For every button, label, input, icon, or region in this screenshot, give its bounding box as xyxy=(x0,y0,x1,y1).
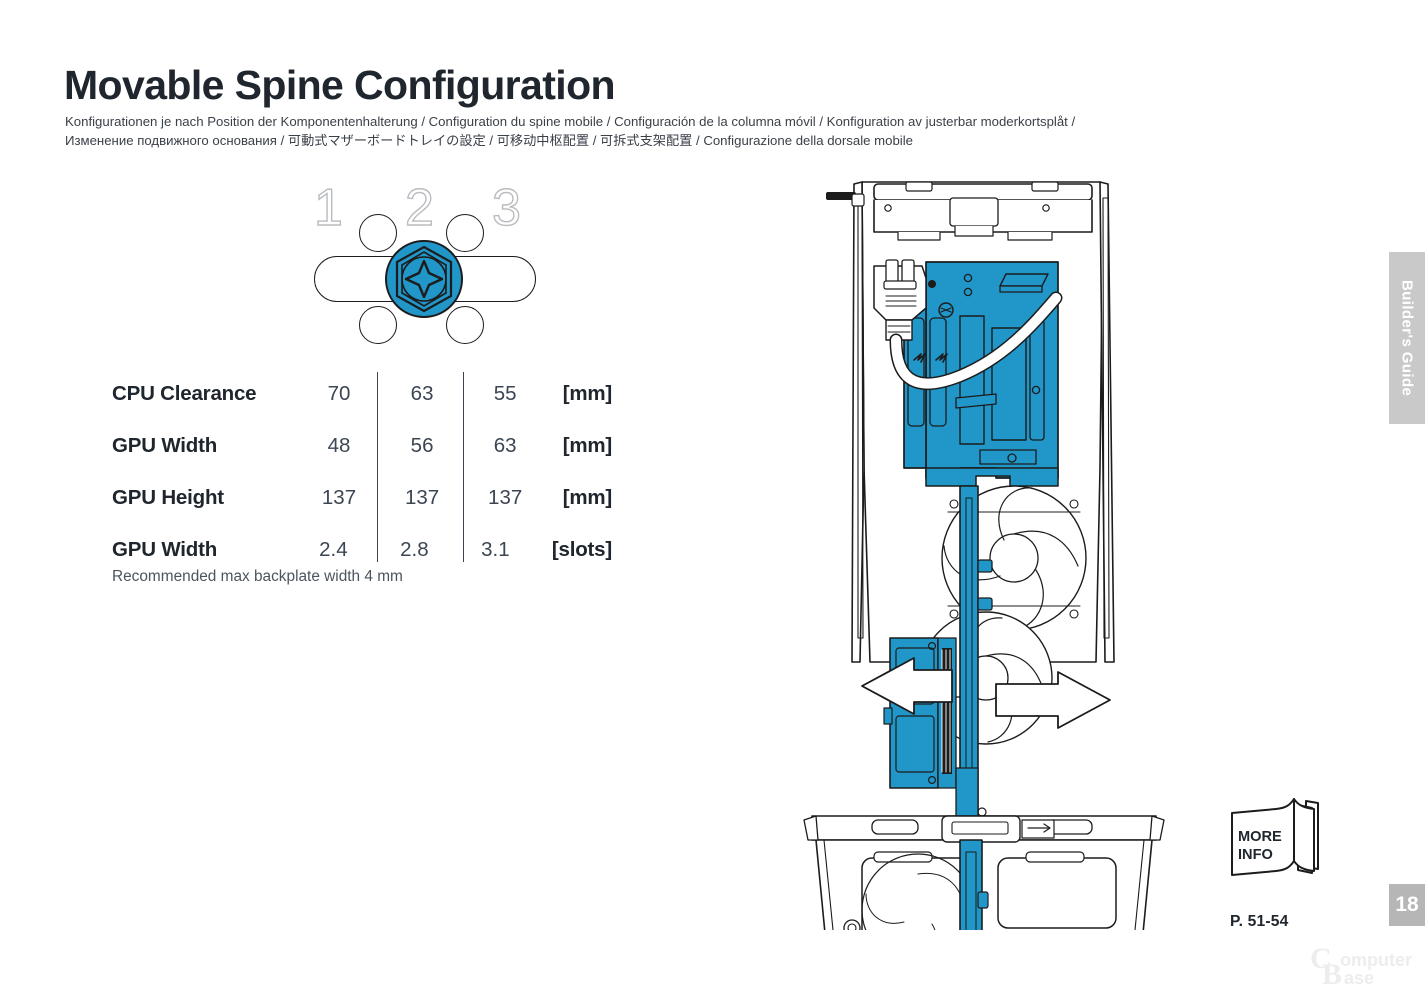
table-row: GPU Height 137 137 137 [mm] xyxy=(112,473,612,523)
value-position-3: 63 xyxy=(493,434,517,457)
position-label-3: 3 xyxy=(491,179,521,237)
value-position-2: 56 xyxy=(410,434,434,457)
spec-table-note: Recommended max backplate width 4 mm xyxy=(112,568,403,585)
movable-spine-upper xyxy=(903,261,1059,487)
value-position-3: 137 xyxy=(488,486,523,509)
row-unit: [mm] xyxy=(562,486,613,509)
row-label: CPU Clearance xyxy=(112,382,257,405)
builders-guide-label: Builder's Guide xyxy=(1398,279,1416,397)
watermark-b-glyph: B xyxy=(1322,958,1342,991)
manual-page: Movable Spine Configuration Konfiguratio… xyxy=(0,0,1425,1005)
subtitle-line-2: Изменение подвижного основания / 可動式マザーボ… xyxy=(65,132,913,148)
value-position-3: 3.1 xyxy=(481,538,510,561)
value-position-3: 55 xyxy=(493,382,517,405)
value-position-2: 63 xyxy=(410,382,434,405)
position-label-1: 1 xyxy=(313,179,343,237)
more-info-line-1: MORE xyxy=(1238,829,1282,845)
page-number-badge: 18 xyxy=(1389,884,1425,926)
more-info-page-reference: P. 51-54 xyxy=(1230,913,1289,930)
value-position-1: 137 xyxy=(321,486,357,509)
spec-table: CPU Clearance 70 63 55 [mm] GPU Width 48… xyxy=(112,367,612,567)
gpu-bracket xyxy=(883,637,957,789)
value-position-1: 2.4 xyxy=(319,538,348,561)
value-position-2: 137 xyxy=(404,486,440,509)
row-unit: [mm] xyxy=(562,434,613,457)
page-title: Movable Spine Configuration xyxy=(64,62,616,108)
case-exploded-illustration xyxy=(800,168,1172,1005)
row-label: GPU Height xyxy=(112,486,224,509)
more-info-book-icon[interactable]: MORE INFO xyxy=(1228,795,1353,895)
row-label: GPU Width xyxy=(112,434,218,457)
computerbase-watermark: C B omputer ase xyxy=(1308,942,1420,994)
page-subtitle: Konfigurationen je nach Position der Kom… xyxy=(65,113,1245,150)
value-position-1: 48 xyxy=(327,434,351,457)
value-position-1: 70 xyxy=(327,382,351,405)
value-position-2: 2.8 xyxy=(400,538,429,561)
more-info-label: MORE INFO xyxy=(1238,828,1300,864)
spine-position-selector: 1 2 3 xyxy=(300,180,550,345)
row-label: GPU Width xyxy=(112,538,218,561)
watermark-line-2: ase xyxy=(1344,968,1374,988)
thumbscrew-icon xyxy=(384,239,464,319)
table-row: GPU Width 48 56 63 [mm] xyxy=(112,421,612,471)
table-row: CPU Clearance 70 63 55 [mm] xyxy=(112,369,612,419)
spine-connector xyxy=(938,302,954,318)
position-label-2: 2 xyxy=(404,179,434,237)
row-unit: [slots] xyxy=(551,538,613,561)
more-info-line-2: INFO xyxy=(1238,847,1273,863)
watermark-line-1: omputer xyxy=(1340,950,1412,970)
subtitle-line-1: Konfigurationen je nach Position der Kom… xyxy=(65,114,1076,129)
builders-guide-tab[interactable]: Builder's Guide xyxy=(1389,252,1425,424)
lower-chassis xyxy=(803,807,1165,1005)
row-unit: [mm] xyxy=(562,382,613,405)
